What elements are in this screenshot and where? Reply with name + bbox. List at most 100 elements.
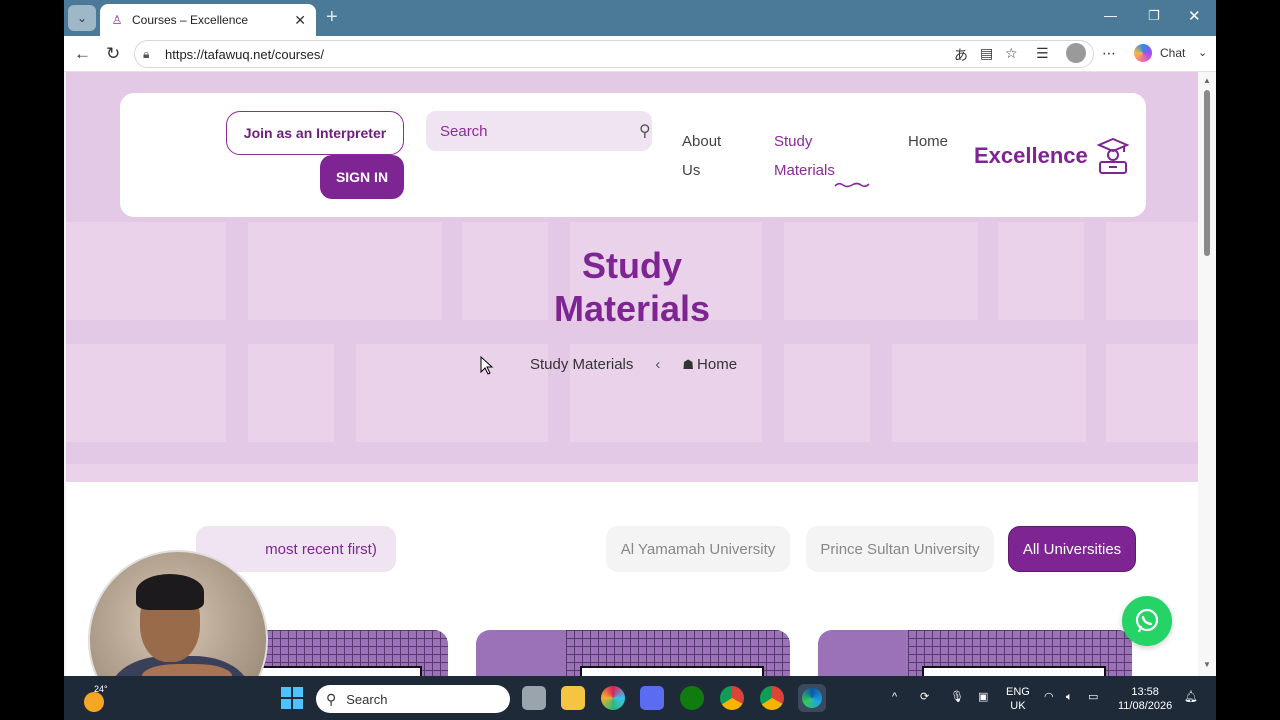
tray-overflow-icon[interactable]: ^ <box>892 690 897 704</box>
web-page: Join as an Interpreter SIGN IN ⚲ About U… <box>66 72 1198 676</box>
site-header: Join as an Interpreter SIGN IN ⚲ About U… <box>120 93 1146 217</box>
mouse-cursor-icon <box>480 356 494 375</box>
active-nav-underline <box>834 182 870 188</box>
address-toolbar: ← ↻ 🔒︎ https://tafawuq.net/courses/ あ ▤ … <box>64 36 1216 72</box>
scrollbar-thumb[interactable] <box>1204 90 1210 256</box>
refresh-icon[interactable]: ↻ <box>106 44 120 64</box>
card-image-paper <box>238 666 422 676</box>
course-card[interactable] <box>818 630 1132 676</box>
file-explorer-icon[interactable] <box>561 686 585 710</box>
card-image-paper <box>580 666 764 676</box>
tab-close-icon[interactable]: ✕ <box>294 12 306 29</box>
filter-all-universities[interactable]: All Universities <box>1008 526 1136 572</box>
copilot-chat-button[interactable]: Chat <box>1134 44 1185 62</box>
search-input[interactable] <box>440 122 639 140</box>
hero-tile <box>66 222 226 320</box>
hero-tile <box>892 344 1086 442</box>
slack-icon[interactable] <box>601 686 625 710</box>
favorites-list-icon[interactable]: ☰ <box>1036 45 1049 62</box>
taskbar-search-label: Search <box>346 691 388 707</box>
lang-line2: UK <box>1010 700 1026 712</box>
minimize-icon[interactable]: — <box>1104 8 1117 23</box>
hero-tile <box>66 464 1198 482</box>
more-options-icon[interactable]: ⋯ <box>1102 45 1116 62</box>
chrome-icon[interactable] <box>720 686 744 710</box>
profile-avatar-icon[interactable] <box>1066 43 1086 63</box>
hero-tile <box>356 344 548 442</box>
home-icon[interactable]: ☗ <box>682 357 694 373</box>
close-window-icon[interactable]: ✕ <box>1188 7 1201 25</box>
app-icon[interactable] <box>640 686 664 710</box>
site-info-icon[interactable]: 🔒︎ <box>143 47 159 62</box>
chrome-profile-icon[interactable] <box>760 686 784 710</box>
favorite-star-icon[interactable]: ☆ <box>1005 45 1018 62</box>
logo-text: Excellence <box>974 143 1088 168</box>
microphone-icon[interactable]: 🎙︎ <box>950 690 964 704</box>
restore-icon[interactable]: ❐ <box>1148 8 1160 24</box>
copilot-icon <box>1134 44 1152 62</box>
breadcrumb-current: Study Materials <box>530 356 634 373</box>
page-title: Study Materials <box>486 244 778 330</box>
chat-label: Chat <box>1160 46 1186 60</box>
clock-date: 11/08/2026 <box>1118 700 1173 712</box>
clock[interactable]: 13:58 11/08/2026 <box>1118 685 1172 713</box>
site-logo[interactable]: Excellence <box>974 137 1130 175</box>
address-bar[interactable]: 🔒︎ https://tafawuq.net/courses/ <box>134 40 1094 68</box>
chevron-left-icon: ‹ <box>655 356 661 373</box>
tab-actions-menu-button[interactable]: ⌄ <box>68 5 96 31</box>
device-icon[interactable]: ▣ <box>978 690 988 704</box>
hero-tile <box>784 222 978 320</box>
translate-icon[interactable]: あ <box>954 45 968 65</box>
weather-sun-icon <box>84 692 104 712</box>
nav-study-line1: Study <box>774 133 813 150</box>
filter-al-yamamah[interactable]: Al Yamamah University <box>606 526 790 572</box>
page-title-line1: Study <box>581 245 682 286</box>
hero-tile <box>248 344 334 442</box>
webcam-person-hands <box>142 664 232 676</box>
clock-time: 13:58 <box>1131 686 1159 698</box>
battery-icon[interactable]: ▭ <box>1088 690 1098 704</box>
sign-in-button[interactable]: SIGN IN <box>320 155 404 199</box>
taskbar-search[interactable]: ⚲ Search <box>316 685 510 713</box>
volume-icon[interactable]: 🔈︎ <box>1066 690 1073 704</box>
site-search: ⚲ <box>426 111 652 151</box>
edge-icon <box>802 688 822 708</box>
sync-icon[interactable]: ⟳ <box>920 690 929 704</box>
scroll-down-icon[interactable]: ▼ <box>1203 660 1211 669</box>
chevron-down-icon[interactable]: ⌄ <box>1198 46 1207 59</box>
edge-active-icon[interactable] <box>798 684 826 712</box>
new-tab-button[interactable]: + <box>326 6 338 29</box>
task-view-icon[interactable] <box>522 686 546 710</box>
hero-tile <box>248 222 442 320</box>
page-title-line2: Materials <box>553 288 711 329</box>
notification-bell-icon[interactable]: 🔔︎ <box>1184 690 1198 704</box>
breadcrumb-home-link[interactable]: Home <box>697 356 737 373</box>
breadcrumb: Study Materials ‹ ☗ Home <box>530 356 737 373</box>
whatsapp-button[interactable] <box>1122 596 1172 646</box>
xbox-icon[interactable] <box>680 686 704 710</box>
back-arrow-icon[interactable]: ← <box>74 44 91 64</box>
scroll-up-icon[interactable]: ▲ <box>1203 76 1211 85</box>
nav-study-materials[interactable]: Study Materials <box>774 127 835 185</box>
search-icon[interactable]: ⚲ <box>639 121 651 141</box>
nav-about-us[interactable]: About Us <box>682 127 721 185</box>
lang-line1: ENG <box>1006 686 1030 698</box>
wifi-icon[interactable]: ◠ <box>1044 690 1054 704</box>
nav-study-line2: Materials <box>774 162 835 179</box>
filter-prince-sultan[interactable]: Prince Sultan University <box>806 526 994 572</box>
url-text: https://tafawuq.net/courses/ <box>165 46 324 62</box>
course-card[interactable] <box>476 630 790 676</box>
chevron-down-icon: ⌄ <box>76 11 88 25</box>
windows-start-icon[interactable] <box>280 686 304 710</box>
hero-section: Join as an Interpreter SIGN IN ⚲ About U… <box>66 72 1198 482</box>
reader-mode-icon[interactable]: ▤ <box>980 45 993 62</box>
hero-tile <box>998 222 1084 320</box>
hero-tile <box>66 344 226 442</box>
browser-tab[interactable]: ♙ Courses – Excellence ✕ <box>100 4 316 36</box>
webcam-person-hair <box>136 574 204 610</box>
hero-tile <box>1106 222 1198 320</box>
page-scrollbar[interactable]: ▲ ▼ <box>1198 72 1216 676</box>
nav-home[interactable]: Home <box>908 127 948 156</box>
language-indicator[interactable]: ENG UK <box>1006 685 1030 713</box>
join-interpreter-button[interactable]: Join as an Interpreter <box>226 111 404 155</box>
